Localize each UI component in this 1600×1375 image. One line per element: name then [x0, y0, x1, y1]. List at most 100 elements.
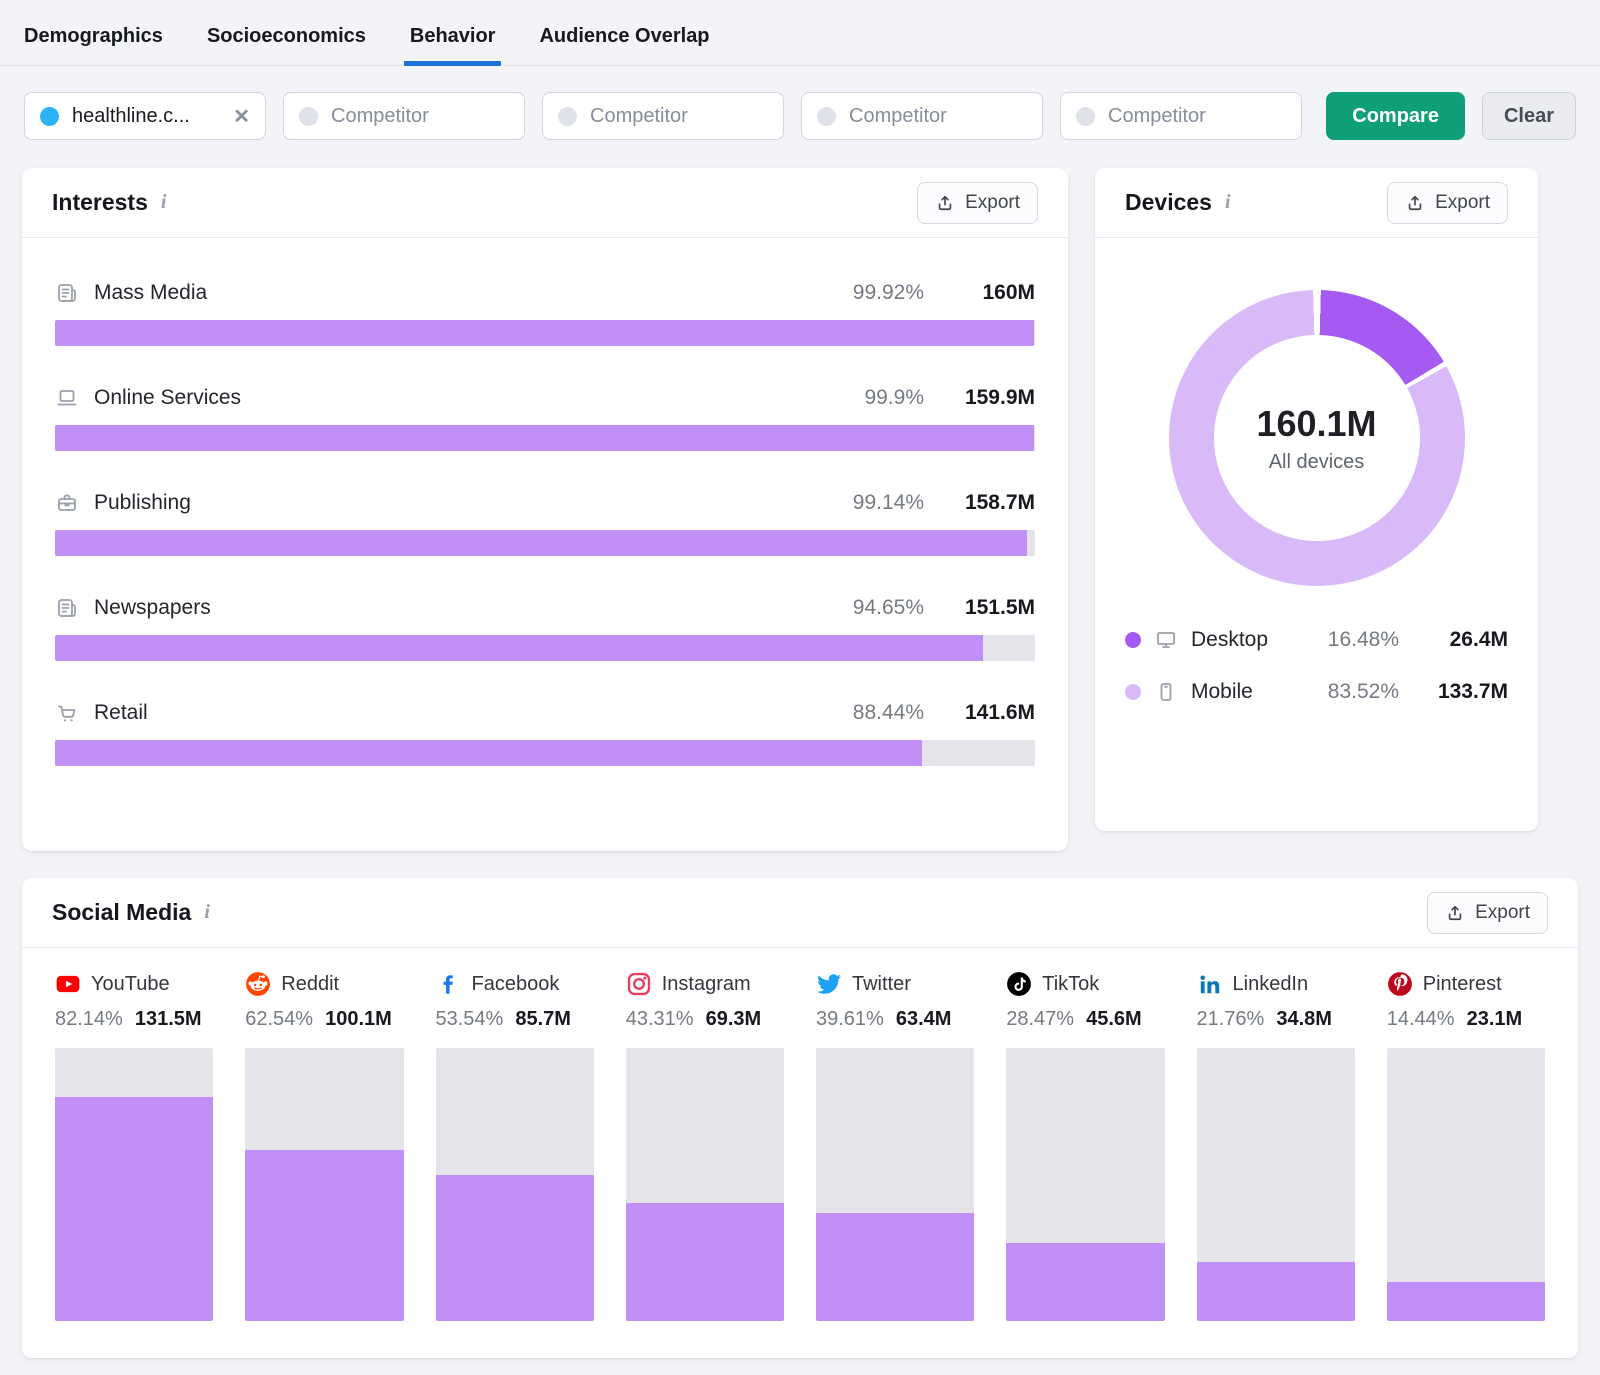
interests-title: Interests	[52, 189, 148, 216]
social-bar-fill	[245, 1150, 403, 1321]
social-bar-fill	[1006, 1243, 1164, 1321]
social-value: 23.1M	[1467, 1008, 1523, 1031]
social-name: Reddit	[281, 973, 339, 996]
devices-legend: Desktop 16.48% 26.4M Mobile 83.52% 133.7…	[1125, 620, 1508, 712]
social-percent: 82.14%	[55, 1008, 123, 1031]
interest-percent: 94.65%	[834, 596, 924, 620]
competitor-input-4[interactable]: Competitor	[1060, 92, 1302, 140]
donut-total-value: 160.1M	[1256, 403, 1376, 445]
remove-domain-icon[interactable]: ✕	[233, 104, 250, 129]
social-bar-track	[1197, 1048, 1355, 1321]
interest-bar-track	[55, 530, 1035, 556]
interest-percent: 99.92%	[834, 281, 924, 305]
interest-bar-fill	[55, 740, 922, 766]
social-export-button[interactable]: Export	[1427, 892, 1548, 934]
social-name: Facebook	[472, 973, 560, 996]
social-column-instagram: Instagram 43.31% 69.3M	[626, 969, 784, 1321]
social-value: 69.3M	[706, 1008, 762, 1031]
main-domain-chip[interactable]: healthline.c... ✕	[24, 92, 266, 140]
competitor-color-dot	[299, 107, 318, 126]
social-bar-fill	[816, 1213, 974, 1321]
interest-bar-track	[55, 635, 1035, 661]
competitor-placeholder: Competitor	[331, 105, 509, 128]
interest-label: Publishing	[94, 491, 191, 515]
tab-bar: Demographics Socioeconomics Behavior Aud…	[0, 0, 1600, 66]
social-column-tiktok: TikTok 28.47% 45.6M	[1006, 969, 1164, 1321]
social-percent: 39.61%	[816, 1008, 884, 1031]
devices-body: 160.1M All devices Desktop 16.48% 26.4M	[1095, 290, 1538, 712]
interests-card: Interests i Export Mass Media 99.92% 160…	[22, 168, 1068, 851]
main-content: Interests i Export Mass Media 99.92% 160…	[0, 140, 1600, 851]
pinterest-icon	[1387, 971, 1413, 997]
social-bar-fill	[1197, 1262, 1355, 1321]
clear-button[interactable]: Clear	[1482, 92, 1576, 140]
cart-icon	[55, 701, 79, 725]
desktop-color-dot	[1125, 632, 1141, 648]
social-bar-track	[1006, 1048, 1164, 1321]
interest-label: Online Services	[94, 386, 241, 410]
interest-label: Mass Media	[94, 281, 207, 305]
social-body: YouTube 82.14% 131.5M Reddit 62.54% 1	[22, 948, 1578, 1321]
social-bar-track	[55, 1048, 213, 1321]
domain-color-dot	[40, 107, 59, 126]
tab-audience-overlap[interactable]: Audience Overlap	[539, 25, 709, 65]
legend-percent: 83.52%	[1313, 680, 1399, 704]
mobile-icon	[1154, 680, 1178, 704]
interest-row-retail: Retail 88.44% 141.6M	[55, 698, 1035, 766]
interest-value: 158.7M	[939, 491, 1035, 515]
interest-bar-track	[55, 320, 1035, 346]
social-media-card: Social Media i Export YouTube 82.14% 131…	[22, 878, 1578, 1358]
interest-row-online-services: Online Services 99.9% 159.9M	[55, 383, 1035, 451]
interest-value: 160M	[939, 281, 1035, 305]
interest-value: 151.5M	[939, 596, 1035, 620]
social-name: YouTube	[91, 973, 170, 996]
tab-behavior[interactable]: Behavior	[410, 25, 496, 65]
social-bar-fill	[1387, 1282, 1545, 1321]
legend-value: 133.7M	[1412, 680, 1508, 704]
social-percent: 28.47%	[1006, 1008, 1074, 1031]
social-grid: YouTube 82.14% 131.5M Reddit 62.54% 1	[55, 969, 1545, 1321]
social-bar-fill	[436, 1175, 594, 1321]
interests-header: Interests i Export	[22, 168, 1068, 238]
competitor-input-1[interactable]: Competitor	[283, 92, 525, 140]
tab-socioeconomics[interactable]: Socioeconomics	[207, 25, 366, 65]
interest-row-publishing: Publishing 99.14% 158.7M	[55, 488, 1035, 556]
social-name: Pinterest	[1423, 973, 1502, 996]
devices-card: Devices i Export 160.1M All devices	[1095, 168, 1538, 831]
info-icon[interactable]: i	[161, 191, 167, 214]
twitter-icon	[816, 971, 842, 997]
competitor-placeholder: Competitor	[590, 105, 768, 128]
info-icon[interactable]: i	[1225, 191, 1231, 214]
info-icon[interactable]: i	[204, 901, 210, 924]
devices-header: Devices i Export	[1095, 168, 1538, 238]
interest-bar-track	[55, 425, 1035, 451]
newspaper-icon	[55, 596, 79, 620]
interests-export-button[interactable]: Export	[917, 182, 1038, 224]
briefcase-icon	[55, 491, 79, 515]
desktop-icon	[1154, 628, 1178, 652]
interest-percent: 99.9%	[834, 386, 924, 410]
competitor-input-3[interactable]: Competitor	[801, 92, 1043, 140]
devices-export-button[interactable]: Export	[1387, 182, 1508, 224]
competitor-input-2[interactable]: Competitor	[542, 92, 784, 140]
legend-value: 26.4M	[1412, 628, 1508, 652]
tab-demographics[interactable]: Demographics	[24, 25, 163, 65]
mobile-color-dot	[1125, 684, 1141, 700]
competitor-color-dot	[817, 107, 836, 126]
main-domain-label: healthline.c...	[72, 105, 220, 128]
interest-value: 159.9M	[939, 386, 1035, 410]
facebook-icon	[436, 971, 462, 997]
social-value: 85.7M	[515, 1008, 571, 1031]
social-percent: 53.54%	[436, 1008, 504, 1031]
social-bar-fill	[626, 1203, 784, 1321]
interest-percent: 88.44%	[834, 701, 924, 725]
social-name: Twitter	[852, 973, 911, 996]
competitor-placeholder: Competitor	[1108, 105, 1286, 128]
social-name: Instagram	[662, 973, 751, 996]
competitor-color-dot	[1076, 107, 1095, 126]
legend-row-mobile: Mobile 83.52% 133.7M	[1125, 672, 1508, 712]
donut-center: 160.1M All devices	[1214, 335, 1420, 541]
compare-button[interactable]: Compare	[1326, 92, 1465, 140]
competitor-placeholder: Competitor	[849, 105, 1027, 128]
export-icon	[1445, 903, 1465, 923]
